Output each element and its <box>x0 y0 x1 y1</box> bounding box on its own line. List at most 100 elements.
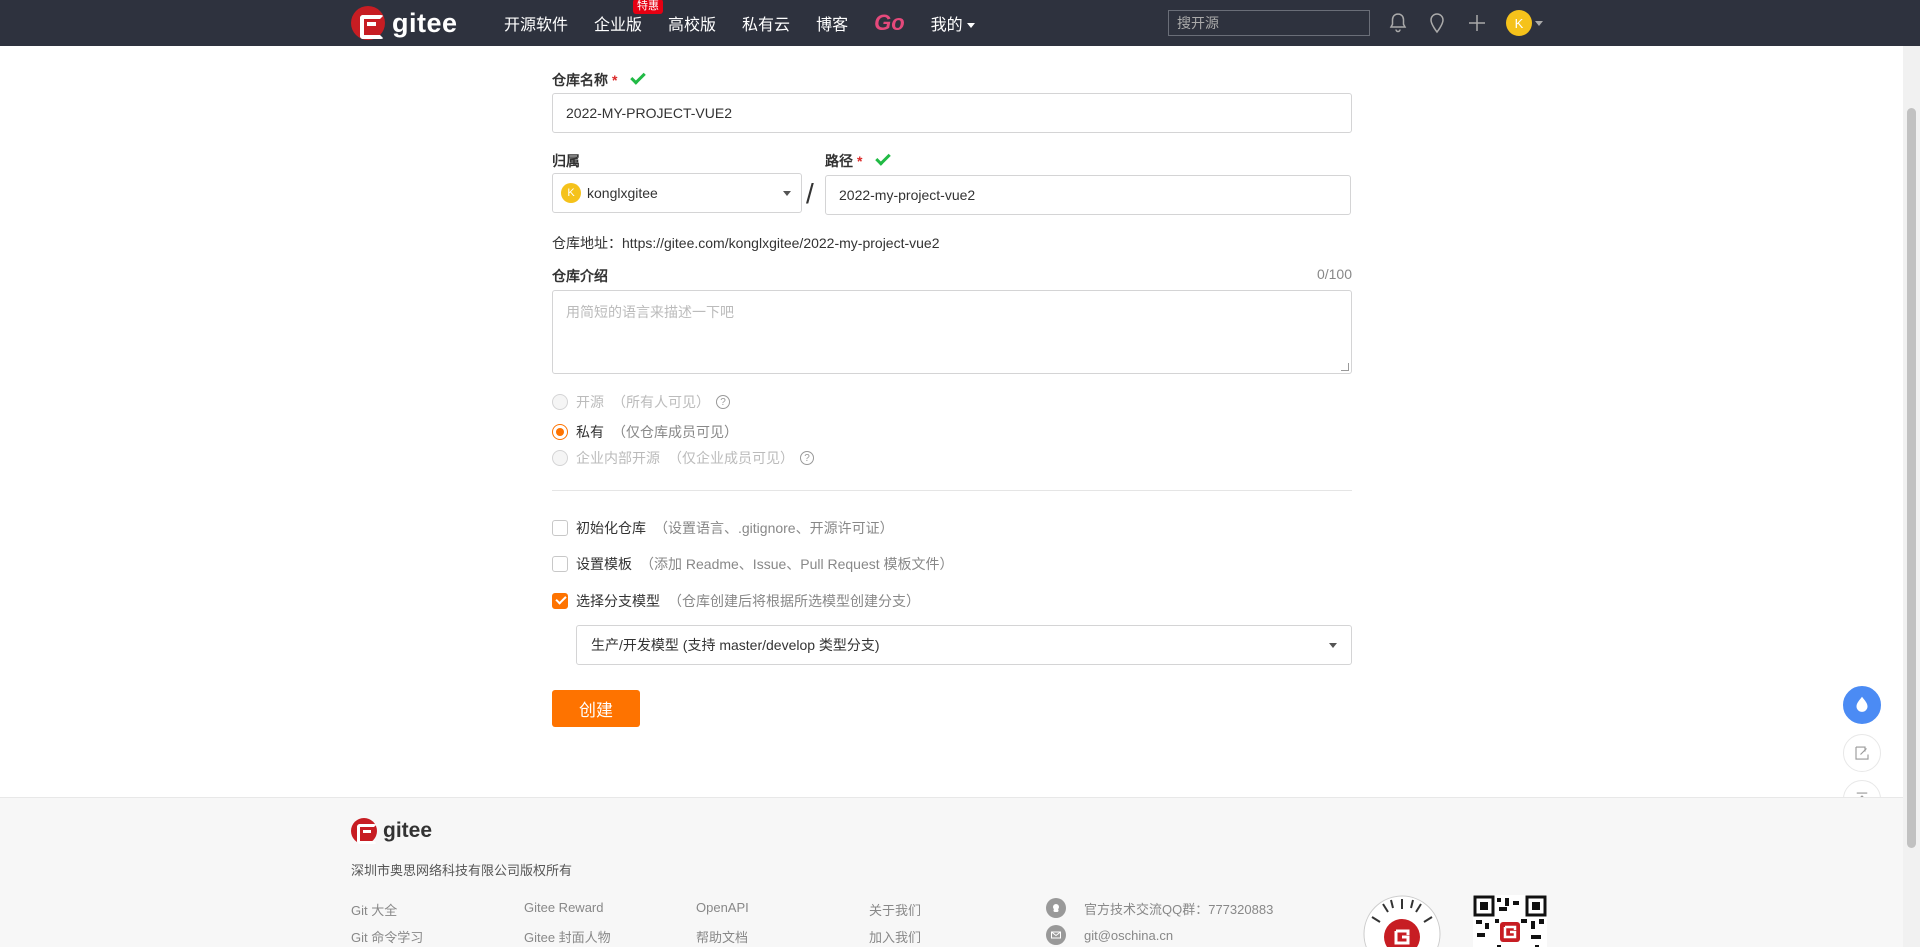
float-help-button[interactable] <box>1843 686 1881 724</box>
nav-open-source[interactable]: 开源软件 <box>504 11 568 35</box>
option-branch-model[interactable]: 选择分支模型 （仓库创建后将根据所选模型创建分支） <box>552 591 920 611</box>
plus-icon[interactable] <box>1465 11 1489 35</box>
bell-icon[interactable] <box>1386 11 1410 35</box>
repo-url-text: 仓库地址：https://gitee.com/konglxgitee/2022-… <box>552 235 940 251</box>
checkbox-hint: （添加 Readme、Issue、Pull Request 模板文件） <box>640 556 954 572</box>
section-divider <box>552 490 1352 491</box>
footer-logo[interactable]: gitee <box>351 818 432 844</box>
visibility-open-source[interactable]: 开源 （所有人可见） ? <box>552 392 730 412</box>
valid-check-icon <box>875 150 892 166</box>
required-mark: * <box>612 72 618 88</box>
branch-model-select[interactable]: 生产/开发模型 (支持 master/develop 类型分支) <box>576 625 1352 665</box>
footer-link[interactable]: 加入我们 <box>869 927 921 946</box>
footer-link[interactable]: Git 大全 <box>351 900 397 919</box>
qr-code-icon <box>1473 895 1547 947</box>
footer-link[interactable]: OpenAPI <box>696 900 749 915</box>
resize-handle-icon[interactable] <box>1341 363 1349 371</box>
required-mark: * <box>857 153 863 169</box>
radio-label: 开源 <box>576 394 604 410</box>
repo-name-label-text: 仓库名称 <box>552 72 608 88</box>
description-textarea[interactable]: 用简短的语言来描述一下吧 <box>552 290 1352 374</box>
description-label: 仓库介绍 <box>552 268 608 284</box>
gitee-logo[interactable]: gitee <box>351 6 458 40</box>
radio-hint: （所有人可见） <box>612 394 710 410</box>
repo-name-input[interactable]: 2022-MY-PROJECT-VUE2 <box>552 93 1352 133</box>
page-scrollbar[interactable] <box>1903 46 1920 947</box>
footer-link[interactable]: 帮助文档 <box>696 927 748 946</box>
user-avatar[interactable]: K <box>1506 10 1532 36</box>
main-nav: 开源软件 企业版 特惠 高校版 私有云 博客 Go 我的 <box>504 0 1001 46</box>
checkbox-checked[interactable] <box>552 593 568 609</box>
checkbox[interactable] <box>552 556 568 572</box>
footer-link[interactable]: Gitee Reward <box>524 900 603 915</box>
gitee-logo-icon <box>351 818 377 844</box>
top-navbar: gitee 开源软件 企业版 特惠 高校版 私有云 博客 Go 我的 K <box>0 0 1920 46</box>
search-input[interactable] <box>1168 10 1370 36</box>
repo-name-label: 仓库名称 * <box>552 69 647 90</box>
promo-badge: 特惠 <box>633 0 664 14</box>
email-text[interactable]: git@oschina.cn <box>1084 928 1173 943</box>
checkbox-label: 设置模板 <box>576 556 632 572</box>
path-input[interactable]: 2022-my-project-vue2 <box>825 175 1351 215</box>
visibility-enterprise-internal[interactable]: 企业内部开源 （仅企业成员可见） ? <box>552 448 814 468</box>
checkbox-label: 初始化仓库 <box>576 520 646 536</box>
nav-go[interactable]: Go <box>874 10 905 36</box>
mail-icon <box>1046 925 1066 945</box>
visibility-private[interactable]: 私有 （仅仓库成员可见） <box>552 422 738 442</box>
create-button[interactable]: 创建 <box>552 690 640 727</box>
chevron-down-icon[interactable] <box>1535 21 1543 26</box>
footer-copyright: 深圳市奥思网络科技有限公司版权所有 <box>351 863 573 878</box>
nav-private-cloud[interactable]: 私有云 <box>742 11 790 35</box>
help-icon[interactable]: ? <box>800 451 814 465</box>
footer-email: git@oschina.cn <box>1046 925 1173 945</box>
radio-label: 私有 <box>576 424 604 440</box>
path-separator: / <box>806 178 814 209</box>
qq-icon <box>1046 898 1066 918</box>
option-set-template[interactable]: 设置模板 （添加 Readme、Issue、Pull Request 模板文件） <box>552 554 954 574</box>
footer-link[interactable]: Gitee 封面人物 <box>524 927 611 946</box>
footer-link[interactable]: 关于我们 <box>869 900 921 919</box>
checkbox[interactable] <box>552 520 568 536</box>
footer-qq-group: 官方技术交流QQ群：777320883 <box>1046 898 1273 918</box>
checkbox-label: 选择分支模型 <box>576 593 660 609</box>
wechat-mini-program-code-icon <box>1363 895 1441 947</box>
branch-model-value: 生产/开发模型 (支持 master/develop 类型分支) <box>591 637 880 653</box>
nav-enterprise[interactable]: 企业版 特惠 <box>594 0 664 35</box>
gitee-logo-icon <box>351 6 385 40</box>
nav-mine[interactable]: 我的 <box>931 11 975 35</box>
path-label-text: 路径 <box>825 153 853 169</box>
water-drop-icon <box>1856 696 1868 712</box>
nav-enterprise-label: 企业版 <box>594 17 643 34</box>
path-label: 路径 * <box>825 150 892 171</box>
nav-education[interactable]: 高校版 <box>668 11 716 35</box>
location-pin-icon[interactable] <box>1425 11 1449 35</box>
description-placeholder: 用简短的语言来描述一下吧 <box>566 304 734 320</box>
edit-icon <box>1855 746 1869 760</box>
radio-hint: （仅企业成员可见） <box>668 450 794 466</box>
footer-link[interactable]: Git 命令学习 <box>351 927 423 946</box>
dropdown-caret-icon <box>1329 643 1337 648</box>
owner-select[interactable]: K konglxgitee <box>552 173 802 213</box>
owner-label: 归属 <box>552 153 580 169</box>
option-init-repo[interactable]: 初始化仓库 （设置语言、.gitignore、开源许可证） <box>552 518 894 538</box>
radio-button[interactable] <box>552 394 568 410</box>
page-footer: gitee 深圳市奥思网络科技有限公司版权所有 Git 大全 Git 命令学习 … <box>0 797 1903 947</box>
radio-button[interactable] <box>552 450 568 466</box>
radio-label: 企业内部开源 <box>576 450 660 466</box>
checkbox-hint: （设置语言、.gitignore、开源许可证） <box>654 520 894 536</box>
footer-logo-text: gitee <box>383 819 433 842</box>
logo-text: gitee <box>392 7 458 38</box>
feedback-button[interactable] <box>1843 734 1881 772</box>
radio-button-selected[interactable] <box>552 424 568 440</box>
scrollbar-thumb[interactable] <box>1907 108 1916 848</box>
radio-hint: （仅仓库成员可见） <box>612 424 738 440</box>
nav-blog[interactable]: 博客 <box>816 11 848 35</box>
help-icon[interactable]: ? <box>716 395 730 409</box>
owner-avatar: K <box>561 183 581 203</box>
qq-group-text: 官方技术交流QQ群：777320883 <box>1084 901 1274 917</box>
description-counter: 0/100 <box>1316 266 1352 282</box>
checkbox-hint: （仓库创建后将根据所选模型创建分支） <box>668 593 920 609</box>
owner-value: konglxgitee <box>587 185 658 201</box>
valid-check-icon <box>630 69 647 85</box>
dropdown-caret-icon <box>783 191 791 196</box>
